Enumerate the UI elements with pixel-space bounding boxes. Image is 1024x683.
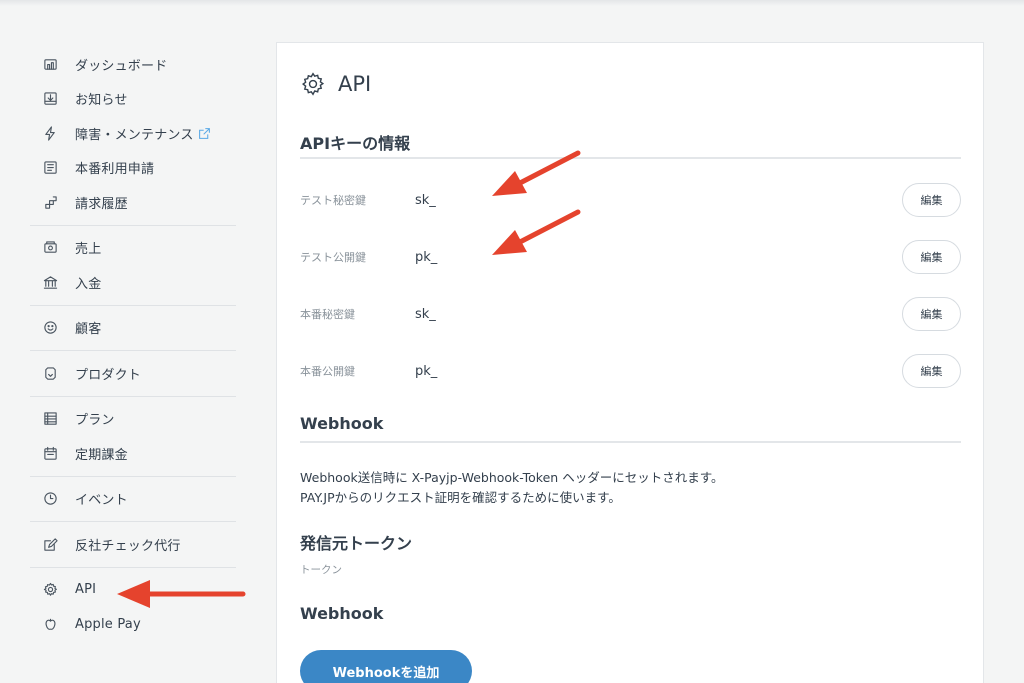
add-webhook-button[interactable]: Webhookを追加 bbox=[300, 650, 472, 683]
api-key-label: テスト秘密鍵 bbox=[300, 194, 366, 207]
sidebar-group: プロダクト bbox=[30, 351, 236, 397]
sidebar-item[interactable]: 障害・メンテナンス bbox=[30, 116, 236, 151]
form-icon bbox=[42, 160, 58, 176]
gear-icon bbox=[42, 582, 58, 598]
sidebar-item[interactable]: 売上 bbox=[30, 231, 236, 266]
sidebar: ダッシュボード お知らせ障害・メンテナンス 本番利用申請 請求履歴売上入金顧客プロダク… bbox=[30, 42, 236, 647]
sidebar-item-label: 顧客 bbox=[75, 322, 102, 338]
sidebar-item-label: プラン bbox=[75, 413, 115, 429]
sidebar-group: 売上 入金 bbox=[30, 226, 236, 306]
sidebar-item-label: 反社チェック代行 bbox=[75, 538, 181, 554]
token-label: トークン bbox=[300, 564, 342, 576]
divider bbox=[300, 441, 961, 443]
edit-key-button[interactable]: 編集 bbox=[902, 354, 961, 388]
sidebar-item-label: 入金 bbox=[75, 276, 102, 292]
dashboard-icon bbox=[42, 56, 58, 72]
sidebar-group: 反社チェック代行 bbox=[30, 522, 236, 568]
sidebar-item[interactable]: 本番利用申請 bbox=[30, 151, 236, 186]
sidebar-item[interactable]: Apple Pay bbox=[30, 607, 236, 642]
calendar-icon bbox=[42, 445, 58, 461]
bank-icon bbox=[42, 274, 58, 290]
sidebar-group: イベント bbox=[30, 477, 236, 522]
sidebar-group: 顧客 bbox=[30, 306, 236, 351]
sidebar-item[interactable]: 入金 bbox=[30, 265, 236, 300]
list-icon bbox=[42, 411, 58, 427]
sidebar-item-label: Apple Pay bbox=[75, 616, 141, 632]
api-key-row: 本番秘密鍵 sk_ 編集 bbox=[300, 296, 961, 332]
history-icon bbox=[42, 194, 58, 210]
edit-key-button[interactable]: 編集 bbox=[902, 183, 961, 217]
webhook-description-line: PAY.JPからのリクエスト証明を確認するために使います。 bbox=[300, 490, 621, 505]
sidebar-group: API Apple Pay bbox=[30, 568, 236, 647]
sidebar-item[interactable]: 請求履歴 bbox=[30, 185, 236, 220]
webhook-description: Webhook送信時に X-Payjp-Webhook-Token ヘッダーにセ… bbox=[300, 468, 723, 508]
divider bbox=[300, 157, 961, 159]
sidebar-item-label: 売上 bbox=[75, 242, 102, 258]
sidebar-item-label: お知らせ bbox=[75, 93, 128, 109]
check-edit-icon bbox=[42, 536, 58, 552]
api-key-value: sk_ bbox=[415, 306, 436, 322]
edit-key-button[interactable]: 編集 bbox=[902, 297, 961, 331]
sidebar-item[interactable]: 定期課金 bbox=[30, 436, 236, 471]
api-key-row: テスト秘密鍵 sk_ 編集 bbox=[300, 182, 961, 218]
top-shadow bbox=[0, 0, 1024, 6]
sidebar-item[interactable]: お知らせ bbox=[30, 82, 236, 117]
sales-icon bbox=[42, 240, 58, 256]
api-key-value: pk_ bbox=[415, 363, 438, 379]
sidebar-item[interactable]: イベント bbox=[30, 482, 236, 517]
webhook-list-heading: Webhook bbox=[300, 604, 384, 623]
api-key-label: 本番秘密鍵 bbox=[300, 308, 355, 321]
api-key-value: sk_ bbox=[415, 192, 436, 208]
api-key-row: テスト公開鍵 pk_ 編集 bbox=[300, 239, 961, 275]
sidebar-item-label: プロダクト bbox=[75, 367, 142, 383]
smiley-icon bbox=[42, 320, 58, 336]
page-title-text: API bbox=[338, 72, 372, 96]
sidebar-item-label: ダッシュボード bbox=[75, 58, 168, 74]
api-key-label: テスト公開鍵 bbox=[300, 251, 366, 264]
page-title: API bbox=[300, 71, 371, 97]
api-settings-card: API APIキーの情報 テスト秘密鍵 sk_ 編集 テスト公開鍵 pk_ 編集 本番秘密鍵… bbox=[276, 42, 984, 683]
edit-key-button[interactable]: 編集 bbox=[902, 240, 961, 274]
sidebar-item[interactable]: ダッシュボード bbox=[30, 47, 236, 82]
sidebar-item-label: 請求履歴 bbox=[75, 196, 128, 212]
sidebar-group: プラン 定期課金 bbox=[30, 397, 236, 477]
sidebar-item[interactable]: 反社チェック代行 bbox=[30, 527, 236, 562]
sidebar-item[interactable]: API bbox=[30, 573, 236, 608]
sidebar-item[interactable]: 顧客 bbox=[30, 311, 236, 346]
webhook-heading: Webhook bbox=[300, 414, 384, 433]
sidebar-item[interactable]: プラン bbox=[30, 402, 236, 437]
lightning-icon bbox=[42, 125, 58, 141]
clock-icon bbox=[42, 491, 58, 507]
sidebar-item-label: 障害・メンテナンス bbox=[75, 127, 194, 143]
sidebar-item-label: 本番利用申請 bbox=[75, 162, 155, 178]
sidebar-item-label: イベント bbox=[75, 493, 128, 509]
apple-icon bbox=[42, 616, 58, 632]
api-keys-heading: APIキーの情報 bbox=[300, 134, 411, 153]
token-heading: 発信元トークン bbox=[300, 534, 413, 553]
webhook-description-line: Webhook送信時に X-Payjp-Webhook-Token ヘッダーにセ… bbox=[300, 470, 724, 485]
sidebar-group: ダッシュボード お知らせ障害・メンテナンス 本番利用申請 請求履歴 bbox=[30, 42, 236, 226]
sidebar-item-label: API bbox=[75, 582, 97, 598]
sidebar-item[interactable]: プロダクト bbox=[30, 356, 236, 391]
product-icon bbox=[42, 365, 58, 381]
gear-icon bbox=[300, 71, 326, 97]
api-key-value: pk_ bbox=[415, 249, 438, 265]
sidebar-item-label: 定期課金 bbox=[75, 447, 128, 463]
inbox-icon bbox=[42, 91, 58, 107]
api-key-label: 本番公開鍵 bbox=[300, 365, 355, 378]
api-key-row: 本番公開鍵 pk_ 編集 bbox=[300, 353, 961, 389]
external-link-icon bbox=[198, 127, 211, 140]
